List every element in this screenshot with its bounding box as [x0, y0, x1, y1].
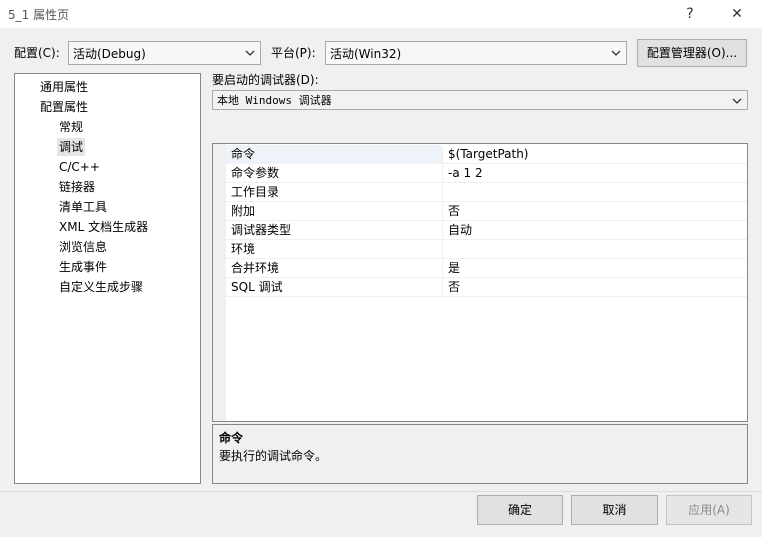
description-heading: 命令 [219, 431, 244, 445]
config-value: 活动(Debug) [73, 47, 146, 61]
ok-button[interactable]: 确定 [477, 495, 563, 525]
config-label: 配置(C): [14, 46, 60, 60]
grid-row-working-dir[interactable]: 工作目录 [226, 183, 747, 202]
tree-item-general[interactable]: 常规 [59, 118, 83, 136]
grid-row-key: 环境 [226, 240, 443, 258]
chevron-down-icon [611, 50, 621, 56]
grid-row-key: 调试器类型 [226, 221, 443, 239]
grid-row-debugger-type[interactable]: 调试器类型 自动 [226, 221, 747, 240]
grid-row-value[interactable]: 否 [443, 278, 747, 296]
platform-dropdown[interactable]: 活动(Win32) [325, 41, 627, 65]
chevron-down-icon [732, 98, 742, 104]
grid-row-key: 附加 [226, 202, 443, 220]
debugger-dropdown[interactable]: 本地 Windows 调试器 [212, 90, 748, 110]
debugger-value: 本地 Windows 调试器 [217, 94, 332, 107]
debugger-label: 要启动的调试器(D): [212, 73, 319, 87]
tree-item-debugging[interactable]: 调试 [57, 138, 86, 156]
tree-item-linker[interactable]: 链接器 [59, 178, 95, 196]
title-bar: 5_1 属性页 ? ✕ [0, 0, 762, 28]
config-manager-button[interactable]: 配置管理器(O)... [637, 39, 747, 67]
platform-value: 活动(Win32) [330, 47, 402, 61]
tree-item-xml-doc-generator[interactable]: XML 文档生成器 [59, 218, 148, 236]
tree-item-custom-build-step[interactable]: 自定义生成步骤 [59, 278, 143, 296]
window-title: 5_1 属性页 [8, 8, 70, 22]
divider [0, 491, 762, 492]
tree-item-browse-info[interactable]: 浏览信息 [59, 238, 107, 256]
grid-row-value[interactable] [443, 183, 747, 201]
grid-row-value[interactable]: -a 1 2 [443, 164, 747, 182]
tree-item-build-events[interactable]: 生成事件 [59, 258, 107, 276]
grid-row-key: 合并环境 [226, 259, 443, 277]
grid-row-value[interactable]: 自动 [443, 221, 747, 239]
grid-row-key: 命令参数 [226, 164, 443, 182]
description-text: 要执行的调试命令。 [219, 449, 328, 463]
grid-row-command-args[interactable]: 命令参数 -a 1 2 [226, 164, 747, 183]
grid-row-value[interactable]: 是 [443, 259, 747, 277]
property-grid: 命令 $(TargetPath) 命令参数 -a 1 2 工作目录 附加 否 调… [212, 143, 748, 422]
chevron-down-icon [245, 50, 255, 56]
grid-row-key: SQL 调试 [226, 278, 443, 296]
grid-row-environment[interactable]: 环境 [226, 240, 747, 259]
help-icon[interactable]: ? [678, 3, 702, 25]
close-icon[interactable]: ✕ [725, 3, 749, 25]
grid-row-key: 命令 [226, 145, 443, 163]
grid-gutter [213, 144, 226, 421]
tree-item-cpp[interactable]: C/C++ [59, 158, 100, 176]
description-panel: 命令 要执行的调试命令。 [212, 424, 748, 484]
grid-row-value[interactable]: $(TargetPath) [443, 145, 747, 163]
platform-label: 平台(P): [271, 46, 316, 60]
grid-row-attach[interactable]: 附加 否 [226, 202, 747, 221]
grid-row-key: 工作目录 [226, 183, 443, 201]
tree-item-common-properties[interactable]: 通用属性 [40, 78, 88, 96]
grid-row-value[interactable] [443, 240, 747, 258]
cancel-button[interactable]: 取消 [571, 495, 658, 525]
property-tree: 通用属性 配置属性 常规 调试 C/C++ 链接器 清单工具 XML 文档生成器… [14, 73, 201, 484]
tree-item-manifest-tool[interactable]: 清单工具 [59, 198, 107, 216]
config-dropdown[interactable]: 活动(Debug) [68, 41, 261, 65]
apply-button[interactable]: 应用(A) [666, 495, 752, 525]
grid-row-command[interactable]: 命令 $(TargetPath) [226, 145, 747, 164]
grid-row-merge-environment[interactable]: 合并环境 是 [226, 259, 747, 278]
grid-row-sql-debugging[interactable]: SQL 调试 否 [226, 278, 747, 297]
grid-row-value[interactable]: 否 [443, 202, 747, 220]
tree-item-config-properties[interactable]: 配置属性 [40, 98, 88, 116]
